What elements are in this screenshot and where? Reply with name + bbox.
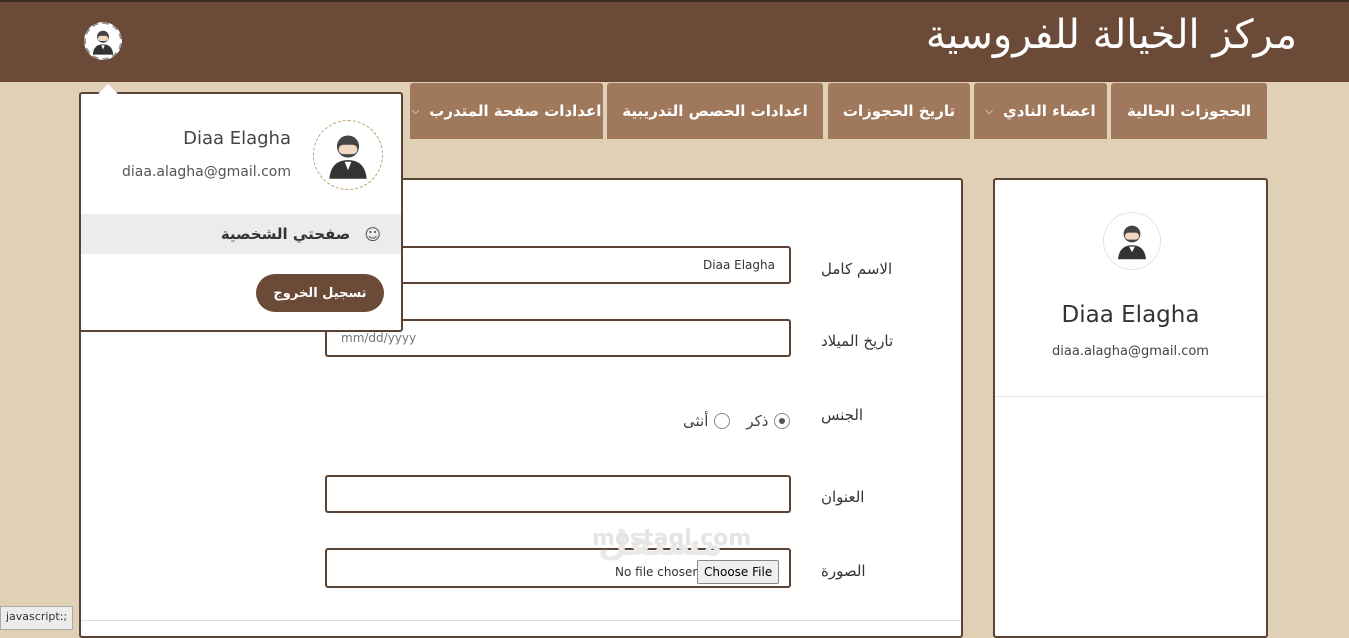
divider — [995, 396, 1266, 397]
chevron-down-icon: ⌵ — [985, 105, 993, 117]
nav-training-settings[interactable]: اعدادات الحصص التدريبية — [607, 83, 823, 139]
gender-label: الجنس — [821, 406, 864, 424]
user-avatar-icon — [86, 24, 120, 58]
dropdown-arrow — [98, 84, 118, 94]
gender-female-label: أنثى — [683, 412, 709, 430]
profile-email: diaa.alagha@gmail.com — [1052, 344, 1209, 359]
nav-label: تاريخ الحجوزات — [842, 102, 956, 120]
watermark-text: mostaql.com — [592, 526, 752, 551]
logout-button[interactable]: تسجيل الخروج — [256, 274, 384, 312]
address-input[interactable] — [325, 475, 791, 513]
gender-male-label: ذكر — [746, 412, 769, 430]
gender-radio-group: ذكر أنثى — [673, 412, 791, 430]
nav-label: الحجوزات الحالية — [1127, 102, 1251, 120]
address-label: العنوان — [821, 488, 865, 506]
profile-card: Diaa Elagha diaa.alagha@gmail.com — [993, 178, 1268, 638]
gender-female-radio[interactable] — [714, 413, 731, 429]
nav-club-members[interactable]: اعضاء النادي ⌵ — [974, 83, 1107, 139]
chevron-down-icon: ⌵ — [411, 105, 420, 117]
divider — [81, 620, 961, 621]
dropdown-user-email: diaa.alagha@gmail.com — [121, 164, 291, 180]
nav-label: اعدادات صفحة المتدرب — [429, 102, 602, 120]
nav-current-bookings[interactable]: الحجوزات الحالية — [1111, 83, 1267, 139]
photo-label: الصورة — [821, 562, 866, 580]
birth-date-label: تاريخ الميلاد — [821, 332, 894, 350]
nav-bookings-history[interactable]: تاريخ الحجوزات — [828, 83, 970, 139]
nav-label: اعدادات الحصص التدريبية — [622, 102, 808, 120]
user-dropdown-menu: Diaa Elagha diaa.alagha@gmail.com ☺ صفحت… — [79, 92, 403, 332]
user-avatar-icon — [1104, 213, 1160, 269]
my-profile-label: صفحتي الشخصية — [220, 225, 351, 243]
status-bar-url: javascript:; — [0, 606, 74, 630]
dropdown-avatar — [313, 120, 383, 190]
site-title: مركز الخيالة للفروسية — [925, 12, 1297, 58]
nav-trainee-page-settings[interactable]: اعدادات صفحة المتدرب ⌵ — [410, 83, 603, 139]
user-circle-icon: ☺ — [364, 224, 381, 244]
no-file-text: No file chosen — [615, 565, 701, 579]
dropdown-user-name: Diaa Elagha — [183, 128, 291, 149]
my-profile-link[interactable]: ☺ صفحتي الشخصية — [81, 214, 401, 254]
nav-label: اعضاء النادي — [1002, 102, 1096, 120]
user-avatar-icon — [314, 121, 382, 189]
gender-male-radio[interactable] — [774, 413, 791, 429]
full-name-label: الاسم كامل — [821, 260, 893, 278]
header-bar: مركز الخيالة للفروسية — [0, 0, 1349, 82]
profile-avatar — [1103, 212, 1161, 270]
user-avatar-button[interactable] — [84, 22, 122, 60]
profile-name: Diaa Elagha — [1061, 302, 1200, 328]
